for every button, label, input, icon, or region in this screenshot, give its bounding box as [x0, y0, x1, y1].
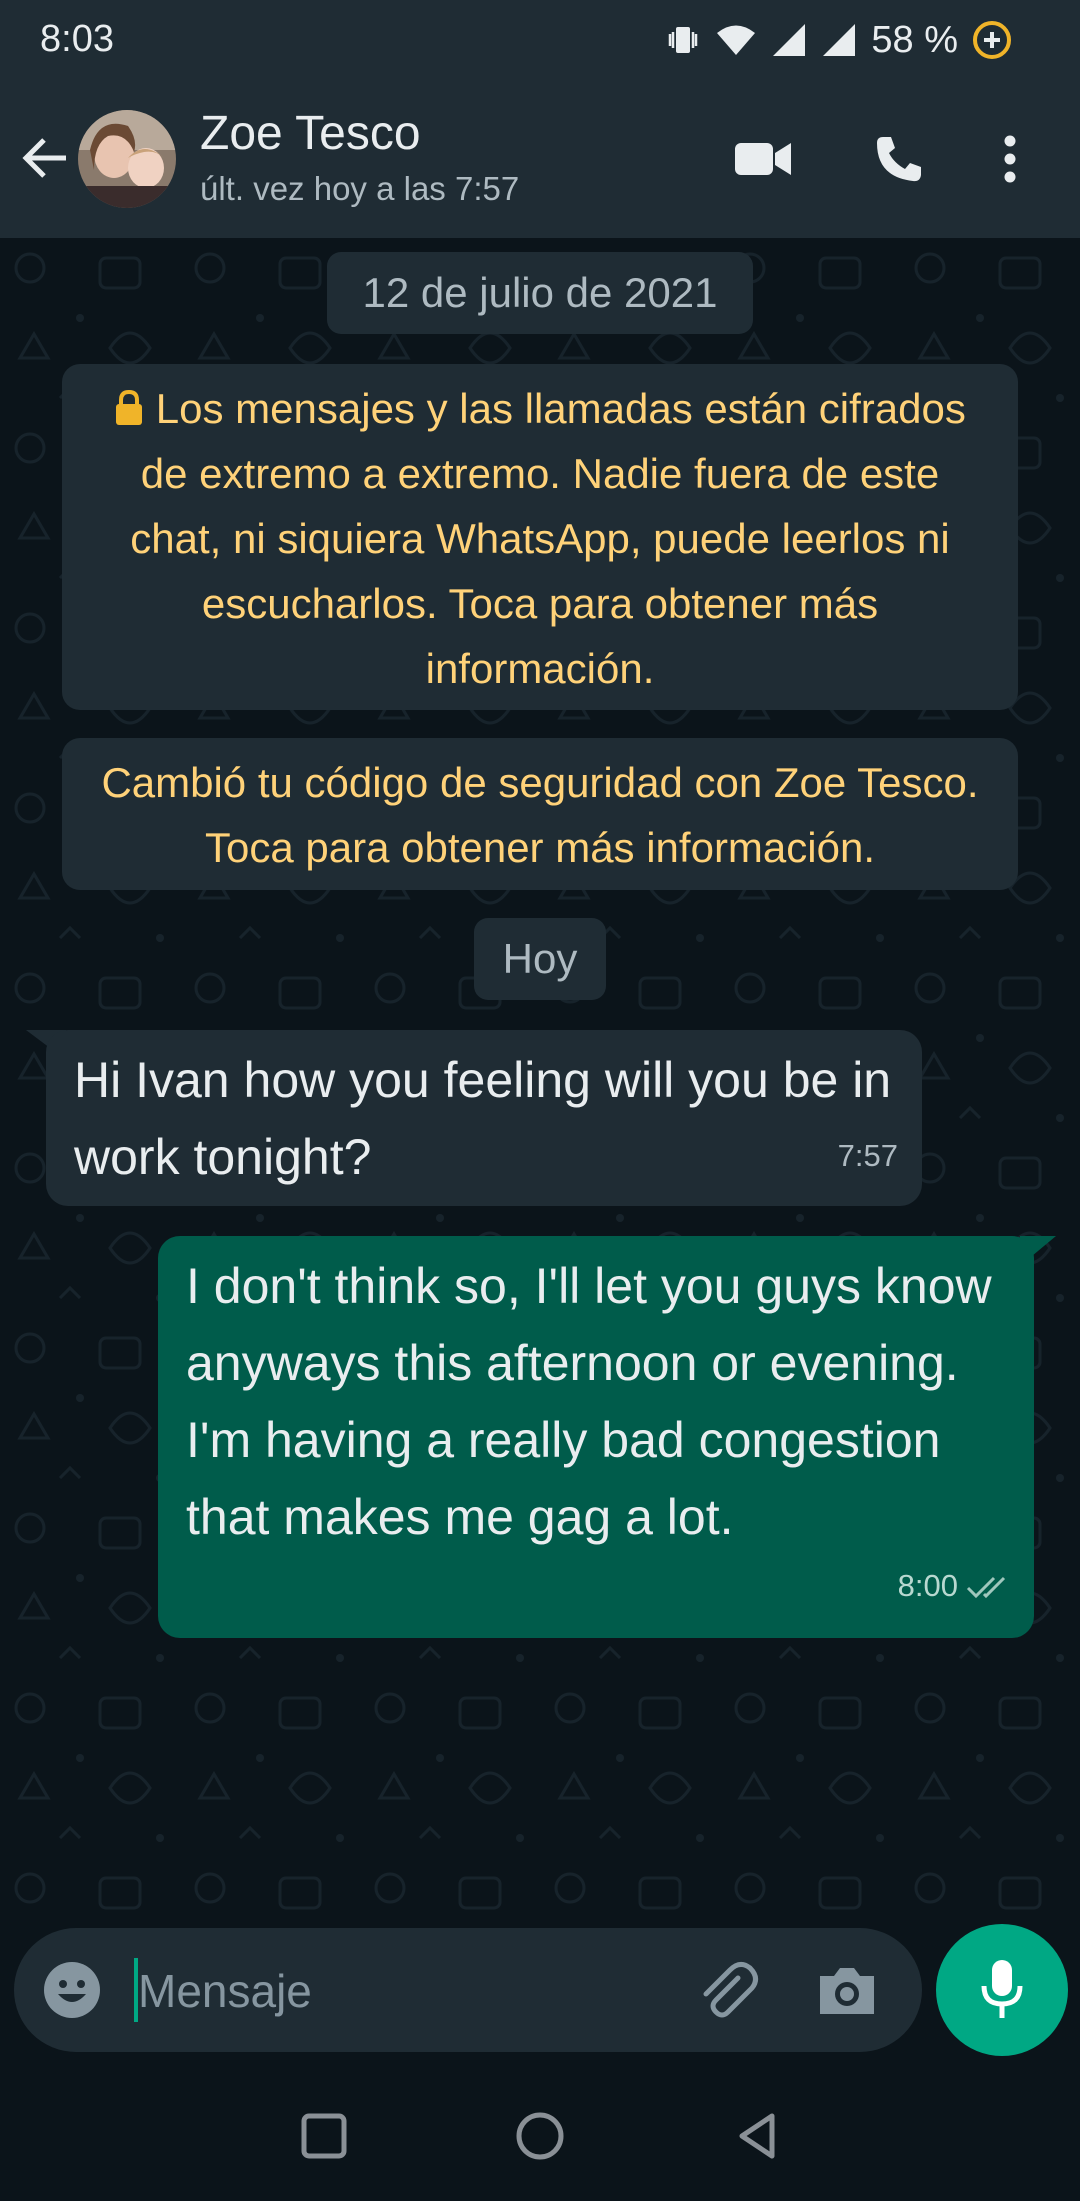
back-button[interactable] [18, 130, 74, 186]
home-button[interactable] [510, 2106, 570, 2166]
date-separator: 12 de julio de 2021 [327, 252, 753, 334]
battery-percent: 58 % [871, 18, 958, 61]
last-seen-status: últ. vez hoy a las 7:57 [200, 170, 520, 207]
incoming-message[interactable]: Hi Ivan how you feeling will you be in w… [46, 1030, 922, 1206]
home-circle-icon [516, 2112, 564, 2160]
status-time: 8:03 [40, 18, 114, 60]
back-arrow-icon [22, 138, 66, 178]
attach-button[interactable] [694, 1958, 760, 2024]
camera-button[interactable] [814, 1958, 880, 2024]
video-call-button[interactable] [726, 122, 800, 196]
security-code-notice[interactable]: Cambió tu código de seguridad con Zoe Te… [62, 738, 1018, 890]
emoji-button[interactable] [42, 1960, 102, 2020]
chat-area[interactable]: 12 de julio de 2021 Los mensajes y las l… [0, 238, 1080, 1928]
encryption-notice-text: Los mensajes y las llamadas están cifrad… [130, 385, 966, 692]
outgoing-message[interactable]: I don't think so, I'll let you guys know… [158, 1236, 1034, 1638]
emoji-icon [44, 1962, 100, 2018]
system-navigation-bar [0, 2066, 1080, 2201]
vibrate-icon [665, 22, 701, 58]
more-options-icon [1004, 135, 1016, 183]
recents-button[interactable] [294, 2106, 354, 2166]
phone-call-icon [877, 137, 921, 182]
message-input[interactable] [136, 1950, 700, 2032]
lock-icon [114, 385, 156, 432]
status-bar: 8:03 58 % [0, 0, 1080, 80]
battery-saver-icon [972, 20, 1012, 60]
message-time: 8:00 [897, 1568, 958, 1603]
back-triangle-icon [739, 2113, 775, 2159]
more-options-button[interactable] [982, 122, 1038, 196]
status-icons: 58 % [665, 16, 1012, 64]
contact-avatar[interactable] [78, 110, 176, 208]
recents-square-icon [301, 2113, 347, 2159]
voice-message-button[interactable] [936, 1924, 1068, 2056]
encryption-notice[interactable]: Los mensajes y las llamadas están cifrad… [62, 364, 1018, 710]
camera-icon [820, 1968, 874, 2014]
chat-header: Zoe Tesco últ. vez hoy a las 7:57 [0, 80, 1080, 238]
signal-icon [771, 22, 807, 58]
date-separator: Hoy [474, 918, 606, 1000]
message-text: Hi Ivan how you feeling will you be in w… [74, 1052, 892, 1185]
mic-icon [981, 1960, 1023, 2018]
voice-call-button[interactable] [862, 122, 936, 196]
double-check-icon [966, 1545, 1012, 1622]
back-nav-button[interactable] [728, 2106, 788, 2166]
attach-icon [703, 1962, 758, 2018]
wifi-icon [715, 22, 757, 58]
message-text: I don't think so, I'll let you guys know… [186, 1258, 992, 1545]
contact-name[interactable]: Zoe Tesco [200, 106, 421, 161]
video-call-icon [735, 143, 791, 175]
signal-icon [821, 22, 857, 58]
message-composer [14, 1928, 922, 2052]
message-time: 7:57 [837, 1138, 898, 1173]
